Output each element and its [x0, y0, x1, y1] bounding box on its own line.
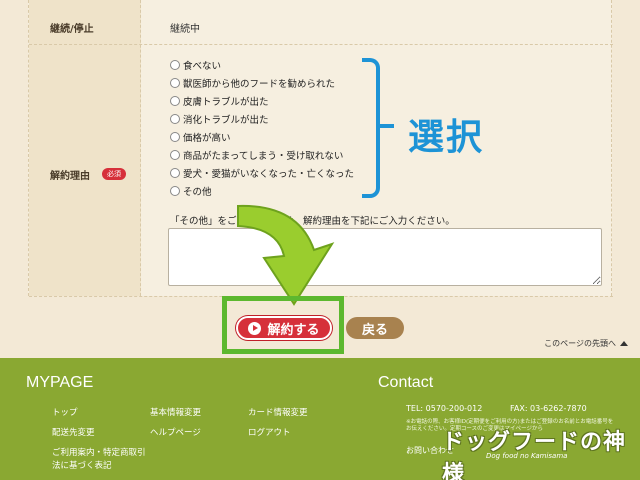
footer-tel: TEL: 0570-200-012 — [406, 404, 483, 413]
green-arrow-icon — [237, 204, 335, 306]
status-label: 継続/停止 — [50, 24, 94, 35]
radio-icon[interactable] — [170, 78, 180, 88]
bracket-tip — [378, 124, 394, 128]
reason-option[interactable]: 消化トラブルが出た — [170, 112, 269, 126]
row-divider — [29, 44, 613, 45]
radio-icon[interactable] — [170, 132, 180, 142]
reason-option[interactable]: 皮膚トラブルが出た — [170, 94, 269, 108]
reason-option[interactable]: 価格が高い — [170, 130, 231, 144]
site-logo-subtitle: Dog food no Kamisama — [486, 452, 568, 460]
reason-option[interactable]: 商品がたまってしまう・受け取れない — [170, 148, 343, 162]
bracket-annotation — [362, 58, 380, 198]
footer-link-guide[interactable]: ご利用案内・特定商取引 — [52, 446, 146, 458]
footer-link-help[interactable]: ヘルプページ — [150, 426, 201, 438]
radio-icon[interactable] — [170, 114, 180, 124]
page-top-link[interactable]: このページの先頭へ — [544, 338, 628, 349]
required-badge: 必須 — [102, 168, 126, 180]
footer-contact-title: Contact — [378, 374, 434, 391]
footer-link-card[interactable]: カード情報変更 — [248, 406, 308, 418]
radio-icon[interactable] — [170, 60, 180, 70]
reason-option[interactable]: 獣医師から他のフードを勧められた — [170, 76, 335, 90]
footer-link-top[interactable]: トップ — [52, 406, 78, 418]
radio-icon[interactable] — [170, 168, 180, 178]
footer-link-logout[interactable]: ログアウト — [248, 426, 291, 438]
reason-option[interactable]: 愛犬・愛猫がいなくなった・亡くなった — [170, 166, 354, 180]
radio-icon[interactable] — [170, 150, 180, 160]
footer-link-profile[interactable]: 基本情報変更 — [150, 406, 201, 418]
radio-icon[interactable] — [170, 96, 180, 106]
radio-icon[interactable] — [170, 186, 180, 196]
select-annotation: 選択 — [408, 117, 485, 158]
footer-link-guide-2[interactable]: 法に基づく表記 — [52, 459, 112, 471]
reason-option[interactable]: その他 — [170, 184, 212, 198]
play-icon — [248, 321, 262, 335]
arrow-up-icon — [620, 341, 628, 346]
status-value: 継続中 — [170, 24, 200, 35]
reason-label: 解約理由 — [50, 171, 90, 182]
footer-link-address[interactable]: 配送先変更 — [52, 426, 95, 438]
cancel-subscription-button[interactable]: 解約する — [236, 316, 332, 340]
back-button[interactable]: 戻る — [346, 317, 404, 339]
footer-fax: FAX: 03-6262-7870 — [510, 404, 587, 413]
reason-option[interactable]: 食べない — [170, 58, 221, 72]
footer-mypage-title: MYPAGE — [26, 374, 94, 391]
